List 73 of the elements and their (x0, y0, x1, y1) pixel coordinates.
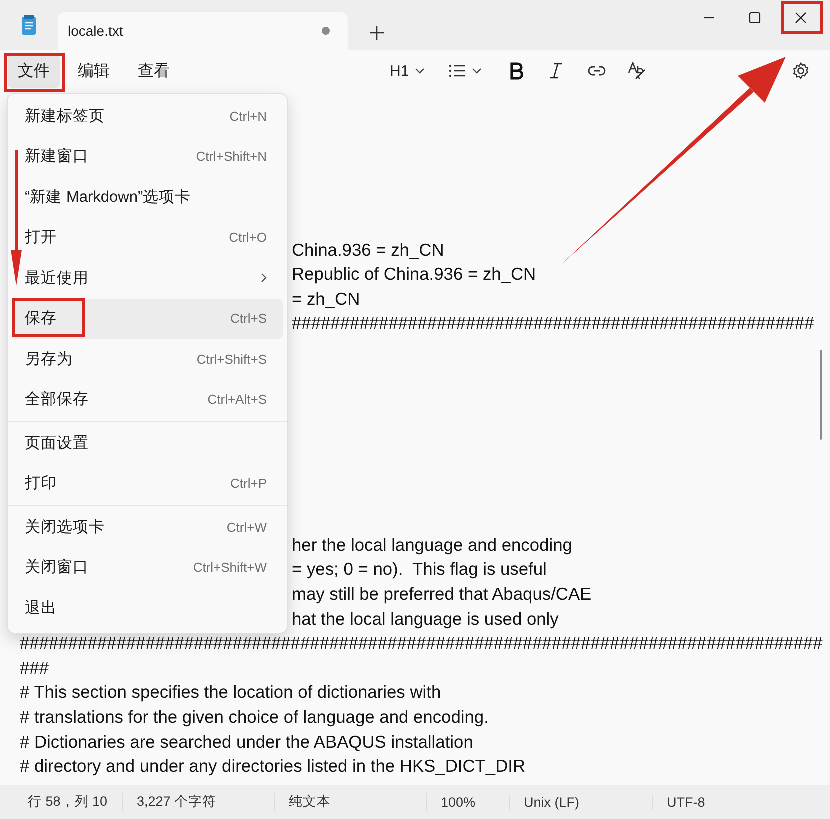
option-label: 页面设置 (25, 434, 90, 454)
text-line: # Dictionaries are searched under the ABAQUS installation (20, 730, 474, 754)
option-label: 新建标签页 (25, 106, 106, 127)
text-line: her the local language and encoding (292, 534, 572, 557)
menu-option[interactable]: 打印 Ctrl+P (12, 464, 283, 504)
text-line: = yes; 0 = no). This flag is useful (292, 558, 547, 582)
shortcut-text: Ctrl+Alt+S (208, 392, 267, 408)
status-text: Unix (LF) (510, 794, 653, 810)
option-label: 退出 (25, 598, 58, 619)
status-text: 100% (427, 794, 510, 810)
menu-option[interactable]: 新建标签页 Ctrl+N (12, 96, 283, 136)
new-tab-icon[interactable] (370, 26, 384, 40)
menu-option[interactable]: 退出 (12, 588, 283, 628)
menu-option[interactable]: 另存为 Ctrl+Shift+S (12, 339, 283, 380)
document-tab[interactable]: locale.txt (58, 12, 348, 50)
text-line: China.936 = zh_CN (292, 238, 444, 262)
text-line: ###################################################### (292, 312, 814, 336)
shortcut-text: Ctrl+W (226, 520, 267, 535)
menu-option[interactable]: 全部保存 Ctrl+Alt+S (12, 380, 283, 420)
caret-icon (472, 68, 482, 74)
menu-option[interactable]: 页面设置 (12, 423, 283, 464)
menu-item[interactable]: 文件 (8, 54, 60, 88)
option-label: 关闭选项卡 (25, 518, 106, 538)
option-label: 保存 (25, 309, 58, 330)
menu-option[interactable]: “新建 Markdown”选项卡 (12, 177, 283, 218)
menu-option[interactable]: 关闭选项卡 Ctrl+W (12, 507, 283, 548)
status-text: UTF-8 (666, 794, 706, 810)
shortcut-text: Ctrl+Shift+S (196, 352, 267, 367)
shortcut-text: Ctrl+N (230, 108, 267, 124)
menu-option[interactable]: 新建窗口 Ctrl+Shift+N (12, 136, 283, 177)
option-label: 打开 (25, 228, 58, 248)
option-label: “新建 Markdown”选项卡 (25, 188, 192, 208)
text-line: # This section specifies the location of dictionaries with (20, 681, 442, 704)
menu-option[interactable]: 打开 Ctrl+O (12, 218, 283, 258)
heading-dropdown[interactable]: H1 (384, 58, 432, 84)
option-label: 关闭窗口 (25, 558, 90, 578)
menu-option[interactable]: 关闭窗口 Ctrl+Shift+W (12, 548, 283, 588)
caret-icon (415, 68, 426, 74)
close-icon (795, 12, 807, 24)
option-label: 新建窗口 (25, 147, 90, 168)
spellcheck-icon[interactable] (628, 62, 646, 80)
settings-icon[interactable] (792, 62, 810, 80)
text-line: hat the local language is used only (292, 608, 559, 631)
menu-item[interactable]: 编辑 (68, 54, 120, 88)
text-line: Republic of China.936 = zh_CN (292, 263, 536, 286)
shortcut-text: Ctrl+S (230, 311, 267, 326)
option-label: 打印 (25, 474, 58, 494)
text-line: ### (20, 656, 50, 680)
text-line: # translations for the given choice of language and encoding. (20, 706, 489, 729)
text-line: may still be preferred that Abaqus/CAE (292, 582, 592, 606)
status-text: 3,227 个字符 (123, 793, 275, 811)
shortcut-text: Ctrl+Shift+W (193, 560, 267, 576)
text-line: = zh_CN (292, 288, 360, 311)
menu-item[interactable]: 查看 (128, 54, 180, 88)
bold-icon[interactable] (510, 62, 524, 80)
maximize-icon (749, 12, 761, 24)
status-text: 纯文本 (275, 793, 427, 811)
chevron-right-icon (261, 273, 267, 284)
shortcut-text: Ctrl+Shift+N (196, 149, 267, 164)
shortcut-text: Ctrl+P (230, 476, 267, 492)
list-icon (449, 63, 466, 79)
shortcut-text: Ctrl+O (229, 230, 267, 246)
scrollbar-thumb[interactable] (820, 350, 822, 440)
status-text: 行 58，列 10 (0, 793, 123, 811)
option-label: 全部保存 (25, 390, 90, 410)
menu-option[interactable]: 最近使用 (12, 258, 283, 298)
option-label: 另存为 (25, 350, 74, 370)
notepad-app-icon (20, 14, 38, 36)
option-label: 最近使用 (25, 268, 90, 289)
menu-option[interactable]: 保存 Ctrl+S (12, 298, 283, 339)
text-line: ################################################################################### (20, 632, 823, 656)
italic-icon[interactable] (548, 62, 564, 80)
text-line: # directory and under any directories listed in the HKS_DICT_DIR (20, 755, 526, 778)
